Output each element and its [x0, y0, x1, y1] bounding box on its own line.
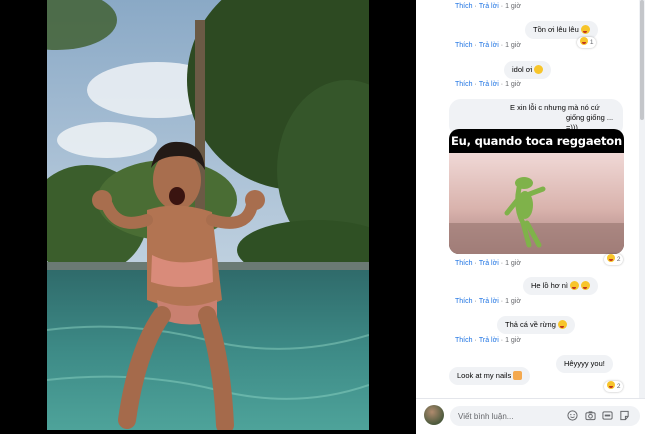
reply-link[interactable]: Trả lời — [479, 42, 499, 49]
comment-time: 1 giờ — [505, 337, 521, 344]
camera-icon[interactable] — [585, 410, 596, 421]
comment-text: Look at my nails — [457, 371, 512, 380]
comment-time: 1 giờ — [505, 3, 521, 10]
meme-picture — [449, 153, 624, 254]
post-photo[interactable] — [47, 0, 369, 430]
laugh-emoji-icon — [581, 281, 591, 290]
comment-actions: Thích · Trả lời · 1 giờ — [455, 260, 521, 267]
comment-bubble: idol ơi — [504, 61, 552, 79]
comment-composer — [416, 398, 645, 434]
reply-link[interactable]: Trả lời — [479, 298, 499, 305]
laugh-emoji-icon — [570, 281, 580, 290]
comment-time: 1 giờ — [505, 260, 521, 267]
comment-actions: Thích · Trả lời · 1 giờ — [455, 298, 521, 305]
like-link[interactable]: Thích — [455, 81, 473, 88]
reaction-badge[interactable]: 1 — [577, 37, 597, 48]
like-link[interactable]: Thích — [455, 42, 473, 49]
like-link[interactable]: Thích — [455, 260, 473, 267]
reaction-count: 2 — [616, 256, 621, 263]
reaction-badge[interactable]: 2 — [604, 381, 624, 392]
avatar[interactable] — [424, 405, 444, 425]
reply-link[interactable]: Trả lời — [479, 337, 499, 344]
reaction-count: 2 — [616, 383, 621, 390]
comment-bubble: He lồ hơ nì — [523, 277, 599, 295]
comment-bubble: Hêyyyy you! — [556, 355, 613, 373]
comments-scrollbar[interactable] — [639, 0, 645, 398]
reply-link[interactable]: Trả lời — [479, 3, 499, 10]
reply-link[interactable]: Trả lời — [479, 81, 499, 88]
comment-time: 1 giờ — [505, 42, 521, 49]
comment-time: 1 giờ — [505, 81, 521, 88]
like-link[interactable]: Thích — [455, 337, 473, 344]
haha-reaction-icon — [607, 254, 615, 262]
comment-actions: Thích · Trả lời · 1 giờ — [455, 337, 521, 344]
reaction-badge[interactable]: 2 — [604, 254, 624, 265]
comment-actions: Thích · Trả lời · 1 giờ — [455, 3, 521, 10]
comment-text: He lồ hơ nì — [531, 281, 569, 290]
reaction-count: 1 — [589, 39, 594, 46]
comment-time: 1 giờ — [505, 298, 521, 305]
comment-actions: Thích · Trả lời · 1 giờ — [455, 42, 521, 49]
photo-viewer — [0, 0, 416, 434]
nail-polish-emoji-icon — [513, 371, 523, 380]
comment-text: Hêyyyy you! — [564, 359, 605, 368]
gif-icon[interactable] — [602, 410, 613, 421]
haha-reaction-icon — [607, 381, 615, 389]
smile-emoji-icon — [534, 65, 544, 74]
emoji-icon[interactable] — [567, 410, 578, 421]
laugh-emoji-icon — [580, 25, 590, 34]
like-link[interactable]: Thích — [455, 3, 473, 10]
comment-text: idol ơi — [512, 65, 533, 74]
photo-image — [47, 0, 369, 430]
like-link[interactable]: Thích — [455, 298, 473, 305]
comment-actions: Thích · Trả lời · 1 giờ — [455, 81, 521, 88]
meme-caption: Eu, quando toca reggaeton — [451, 134, 622, 148]
reply-link[interactable]: Trả lời — [479, 260, 499, 267]
comment-text: Thả cá về rừng — [505, 320, 556, 329]
comment-bubble: Look at my nails — [449, 367, 531, 385]
comment-bubble: Thả cá về rừng — [497, 316, 575, 334]
comment-image[interactable]: Eu, quando toca reggaeton — [449, 129, 624, 254]
comment-text: Tồn ơi lêu lêu — [533, 25, 579, 34]
sticker-icon[interactable] — [619, 410, 630, 421]
haha-reaction-icon — [580, 37, 588, 45]
laugh-emoji-icon — [557, 320, 567, 329]
